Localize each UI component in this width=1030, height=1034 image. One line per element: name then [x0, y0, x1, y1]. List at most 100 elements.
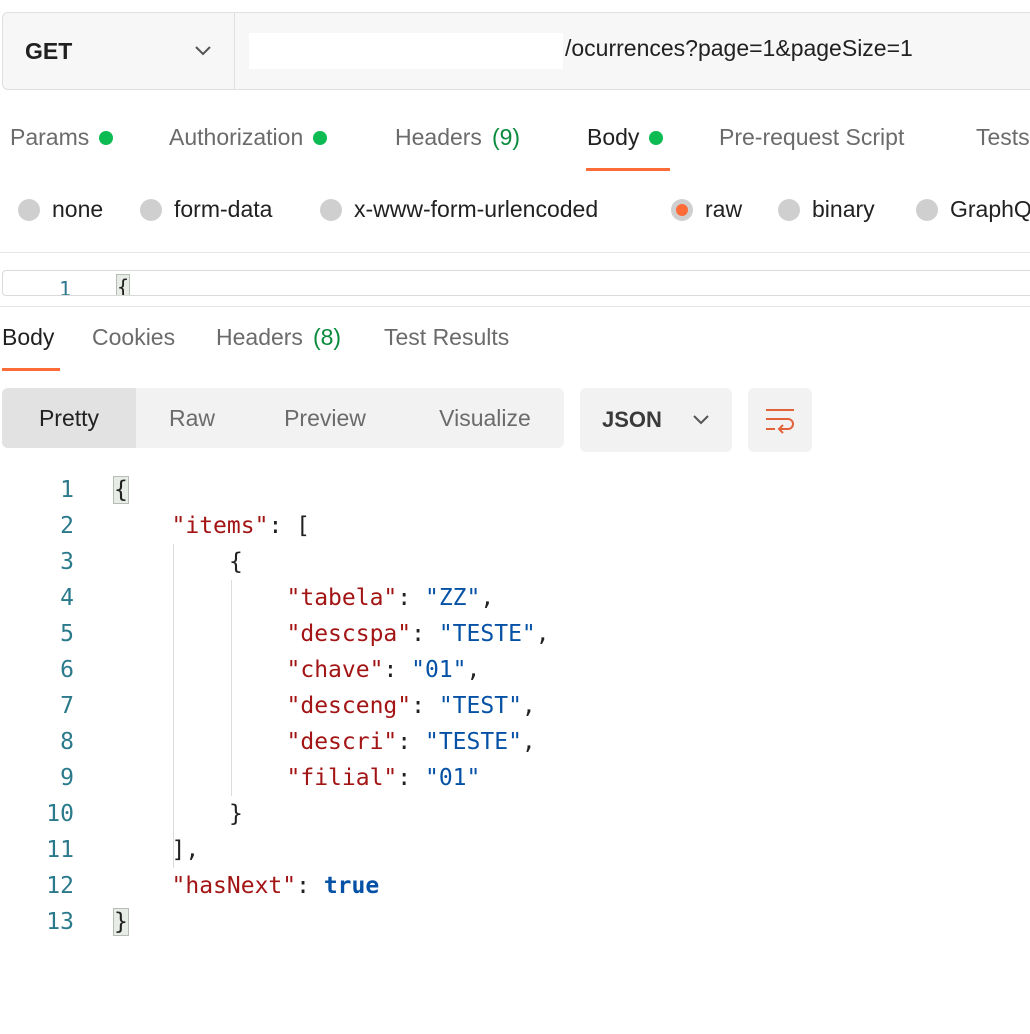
- code-token: "tabela": [286, 585, 398, 611]
- code-line: 1{: [0, 472, 1030, 508]
- radio-label: binary: [812, 196, 875, 222]
- method-label: GET: [25, 37, 73, 64]
- line-number: 10: [46, 801, 74, 827]
- code-token: "TESTE": [438, 621, 536, 647]
- tab-label: Body: [2, 324, 55, 350]
- view-raw[interactable]: Raw: [136, 388, 248, 448]
- line-number: 7: [60, 693, 74, 719]
- code-token: ,: [521, 729, 536, 755]
- wrap-lines-icon: [766, 409, 794, 434]
- code-text: "desceng": "TEST",: [287, 688, 536, 724]
- code-line: 3{: [0, 544, 1030, 580]
- tab-body[interactable]: Body: [587, 124, 664, 151]
- view-pretty[interactable]: Pretty: [2, 388, 136, 448]
- response-tabs: Body Cookies Headers (8) Test Results: [0, 324, 1030, 360]
- code-text: {: [229, 544, 243, 580]
- code-token: }: [113, 908, 129, 936]
- radio-label: none: [52, 196, 104, 222]
- radio-label: x-www-form-urlencoded: [354, 196, 599, 222]
- status-dot: [99, 130, 114, 145]
- divider: [0, 252, 1030, 253]
- code-token: :: [397, 729, 425, 755]
- tab-label: Body: [587, 124, 640, 150]
- line-number: 12: [46, 873, 74, 899]
- view-visualize[interactable]: Visualize: [410, 388, 560, 448]
- view-preview[interactable]: Preview: [258, 388, 392, 448]
- code-text: "hasNext": true: [172, 868, 380, 904]
- code-text: "filial": "01": [287, 760, 481, 796]
- tab-label: Tests: [976, 124, 1030, 150]
- request-bar: GET /ocurrences?page=1&pageSize=1: [2, 12, 1030, 90]
- code-token: ,: [521, 693, 536, 719]
- radio-label: raw: [705, 196, 743, 222]
- chevron-down-icon: [195, 46, 211, 56]
- response-tab-headers[interactable]: Headers (8): [216, 324, 341, 351]
- tab-label: Params: [10, 124, 90, 150]
- radio-circle: [916, 198, 938, 221]
- tab-tests[interactable]: Tests: [976, 124, 1030, 151]
- body-type-options: none form-data x-www-form-urlencoded raw…: [0, 196, 1030, 228]
- url-input[interactable]: /ocurrences?page=1&pageSize=1: [565, 35, 913, 62]
- code-token: }: [229, 801, 243, 827]
- request-tabs: Params Authorization Headers (9) Body Pre…: [0, 124, 1030, 160]
- active-response-tab-indicator: [2, 368, 60, 371]
- code-token: {: [113, 476, 129, 504]
- tab-label: Headers: [216, 324, 303, 350]
- format-select[interactable]: JSON: [580, 388, 732, 452]
- tab-label: Headers: [395, 124, 482, 150]
- radio-circle: [320, 198, 342, 221]
- tab-label: Cookies: [92, 324, 176, 350]
- request-body-editor[interactable]: 1 {: [2, 270, 1030, 296]
- code-token: ],: [171, 837, 200, 863]
- code-token: {: [229, 549, 243, 575]
- radio-none[interactable]: none: [18, 196, 103, 223]
- code-token: ,: [480, 585, 495, 611]
- response-tab-cookies[interactable]: Cookies: [92, 324, 175, 351]
- radio-label: form-data: [174, 196, 273, 222]
- tab-headers[interactable]: Headers (9): [395, 124, 520, 151]
- radio-circle-selected: [671, 198, 693, 221]
- code-text: "descri": "TESTE",: [287, 724, 536, 760]
- code-token: "TEST": [438, 693, 522, 719]
- code-token: "descri": [286, 729, 398, 755]
- radio-binary[interactable]: binary: [778, 196, 875, 223]
- code-token: ,: [466, 657, 481, 683]
- method-select[interactable]: GET: [3, 13, 235, 89]
- code-token: "desceng": [286, 693, 412, 719]
- code-token: :: [296, 873, 324, 899]
- code-line: 11],: [0, 832, 1030, 868]
- tab-label: Test Results: [384, 324, 510, 350]
- code-line: 8 "descri": "TESTE",: [0, 724, 1030, 760]
- code-text: {: [113, 472, 129, 508]
- line-number: 11: [46, 837, 74, 863]
- url-redacted: [249, 33, 563, 69]
- tab-params[interactable]: Params: [10, 124, 114, 151]
- radio-form-data[interactable]: form-data: [140, 196, 272, 223]
- response-tab-body[interactable]: Body: [2, 324, 54, 351]
- radio-circle: [18, 198, 40, 221]
- code-text: "tabela": "ZZ",: [287, 580, 495, 616]
- code-line: 7 "desceng": "TEST",: [0, 688, 1030, 724]
- tab-authorization[interactable]: Authorization: [169, 124, 328, 151]
- line-number: 8: [60, 729, 74, 755]
- radio-graphql[interactable]: GraphQL: [916, 196, 1030, 223]
- code-text: ],: [172, 832, 200, 868]
- code-line: 10}: [0, 796, 1030, 832]
- tab-pre-request-script[interactable]: Pre-request Script: [719, 124, 904, 151]
- code-token: "ZZ": [424, 585, 481, 611]
- code-line: 13}: [0, 904, 1030, 940]
- code-token: "filial": [286, 765, 398, 791]
- view-mode-switch: Pretty Raw Preview Visualize: [2, 388, 564, 448]
- line-number: 6: [60, 657, 74, 683]
- radio-x-www-form-urlencoded[interactable]: x-www-form-urlencoded: [320, 196, 598, 223]
- radio-raw[interactable]: raw: [671, 196, 742, 223]
- format-label: JSON: [602, 407, 662, 432]
- code-token: "items": [171, 513, 269, 539]
- wrap-lines-button[interactable]: [748, 388, 812, 452]
- code-text: "items": [: [172, 508, 310, 544]
- response-tab-test-results[interactable]: Test Results: [384, 324, 509, 351]
- line-number: 1: [59, 277, 72, 296]
- status-dot: [313, 130, 328, 145]
- radio-circle: [140, 198, 162, 221]
- code-text: "chave": "01",: [287, 652, 481, 688]
